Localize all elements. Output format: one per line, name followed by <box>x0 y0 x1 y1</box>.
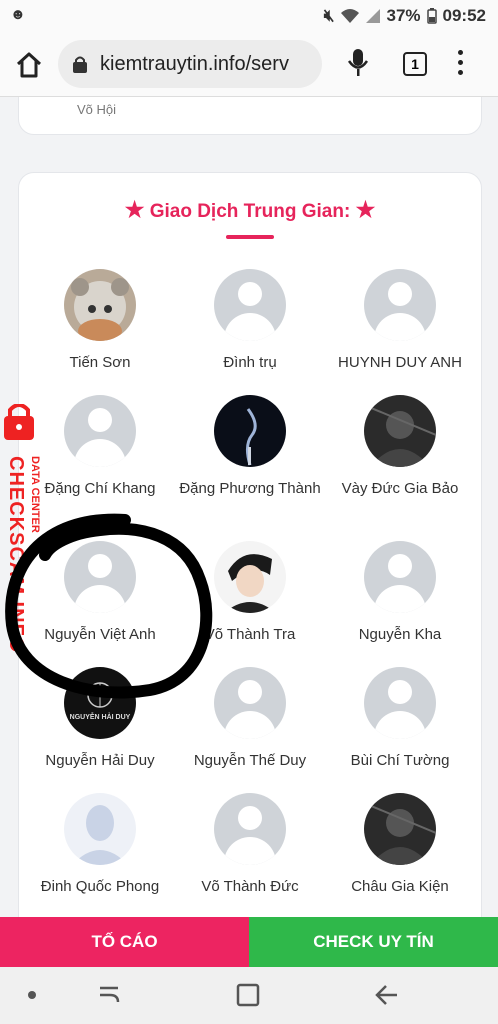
member-avatar[interactable] <box>214 667 286 739</box>
member-avatar[interactable] <box>364 793 436 865</box>
member-avatar[interactable] <box>214 793 286 865</box>
lock-icon[interactable] <box>72 55 88 73</box>
member-card[interactable]: Đinh Quốc Phong <box>25 793 175 897</box>
previous-card-text: Võ Hội <box>77 102 117 117</box>
checkscam-watermark: CHECKSCAM.INFO DATA CENTER <box>4 404 41 653</box>
browser-toolbar: kiemtrauytin.info/serv 1 <box>0 32 498 97</box>
report-button[interactable]: TỐ CÁO <box>0 917 249 967</box>
member-name[interactable]: Bùi Chí Tường <box>325 751 475 771</box>
member-name[interactable]: Nguyễn Hải Duy <box>25 751 175 771</box>
home-icon[interactable] <box>14 50 44 80</box>
notification-icon: ☻ <box>10 6 26 23</box>
title-underline <box>226 235 274 239</box>
member-card[interactable]: Tiến Sơn <box>25 269 175 373</box>
recents-icon <box>100 986 120 1003</box>
member-name[interactable]: Đình trụ <box>175 353 325 373</box>
battery-icon <box>426 8 437 24</box>
member-avatar[interactable] <box>364 541 436 613</box>
check-reputation-button[interactable]: CHECK UY TÍN <box>249 917 498 967</box>
member-avatar[interactable] <box>364 667 436 739</box>
member-name[interactable]: Châu Gia Kiện <box>325 877 475 897</box>
member-card[interactable]: Đình trụ <box>175 269 325 373</box>
action-bar: TỐ CÁO CHECK UY TÍN <box>0 917 498 967</box>
member-name[interactable]: Võ Thành Tra <box>175 625 325 645</box>
signal-icon <box>366 9 381 23</box>
home-nav-icon <box>236 983 260 1007</box>
member-card[interactable]: Đặng Phương Thành <box>175 395 325 499</box>
clock: 09:52 <box>442 6 486 25</box>
page-content: Võ Hội ★ Giao Dịch Trung Gian: ★ Tiến Sơ… <box>0 97 498 917</box>
member-name[interactable]: Võ Thành Đức <box>175 877 325 897</box>
mute-icon: 🔇︎ <box>323 6 335 25</box>
member-avatar[interactable] <box>214 541 286 613</box>
microphone-icon[interactable] <box>347 48 369 78</box>
url-text[interactable]: kiemtrauytin.info/serv <box>100 53 289 76</box>
member-name[interactable]: Tiến Sơn <box>25 353 175 373</box>
member-avatar[interactable] <box>364 395 436 467</box>
member-card[interactable]: Vày Đức Gia Bảo <box>325 395 475 499</box>
star-icon: ★ <box>124 197 145 222</box>
member-card[interactable]: Võ Thành Đức <box>175 793 325 897</box>
member-name[interactable]: Đặng Phương Thành <box>175 479 325 499</box>
section-title: ★ Giao Dịch Trung Gian: ★ <box>19 197 481 223</box>
member-name[interactable]: Nguyễn Kha <box>325 625 475 645</box>
tab-switcher-button[interactable]: 1 <box>403 52 427 76</box>
watermark-brand: CHECKSCAM.INFO <box>5 456 27 653</box>
member-avatar[interactable] <box>214 395 286 467</box>
battery-percent: 37% <box>386 6 421 25</box>
member-avatar[interactable] <box>64 541 136 613</box>
member-card[interactable]: Võ Thành Tra <box>175 541 325 645</box>
member-card[interactable]: Nguyễn Thế Duy <box>175 667 325 771</box>
member-name[interactable]: HUYNH DUY ANH <box>325 353 475 373</box>
member-card[interactable]: Bùi Chí Tường <box>325 667 475 771</box>
intermediary-card: ★ Giao Dịch Trung Gian: ★ Tiến Sơn Đình t… <box>18 172 482 917</box>
system-nav-bar <box>0 967 498 1024</box>
previous-card: Võ Hội <box>18 97 482 135</box>
logo-avatar-text: NGUYỄN HẢI DUY <box>70 712 131 721</box>
member-name[interactable]: Nguyễn Thế Duy <box>175 751 325 771</box>
watermark-sub: DATA CENTER <box>29 456 41 533</box>
star-icon: ★ <box>355 197 376 222</box>
member-avatar[interactable] <box>64 793 136 865</box>
member-avatar[interactable]: NGUYỄN HẢI DUY <box>64 667 136 739</box>
wifi-icon <box>341 9 360 23</box>
member-avatar[interactable] <box>214 269 286 341</box>
section-title-text: Giao Dịch Trung Gian: <box>149 201 351 222</box>
member-card[interactable]: HUYNH DUY ANH <box>325 269 475 373</box>
member-avatar[interactable] <box>364 269 436 341</box>
member-card[interactable]: NGUYỄN HẢI DUY Nguyễn Hải Duy <box>25 667 175 771</box>
member-name[interactable]: Vày Đức Gia Bảo <box>325 479 475 499</box>
member-avatar[interactable] <box>64 395 136 467</box>
overflow-menu-icon[interactable] <box>458 50 466 80</box>
member-card[interactable]: Nguyễn Kha <box>325 541 475 645</box>
status-bar: ☻ 🔇︎ 37% 09:52 <box>0 0 498 32</box>
nav-dot-icon <box>28 991 36 999</box>
member-name[interactable]: Đinh Quốc Phong <box>25 877 175 897</box>
member-avatar[interactable] <box>64 269 136 341</box>
back-icon <box>375 985 397 1005</box>
member-card[interactable]: Châu Gia Kiện <box>325 793 475 897</box>
address-bar[interactable]: kiemtrauytin.info/serv <box>58 40 322 88</box>
